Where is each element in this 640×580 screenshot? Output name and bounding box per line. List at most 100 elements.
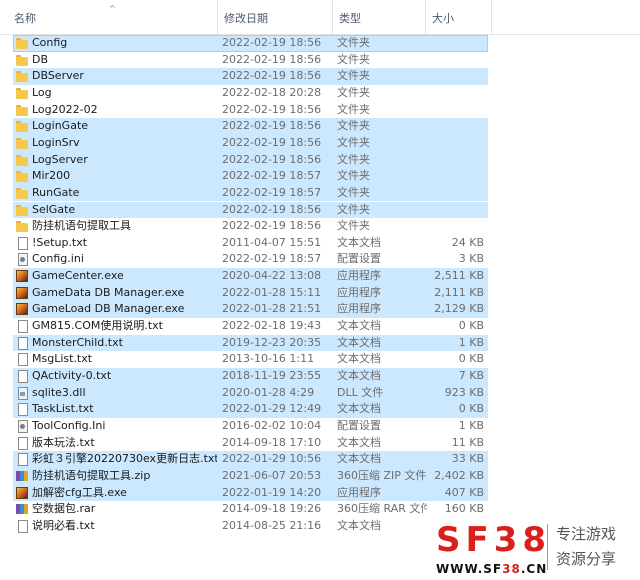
file-row[interactable]: GameLoad DB Manager.exe 2022-01-28 21:51 应… <box>0 301 640 319</box>
file-size: 33 KB <box>451 452 484 466</box>
file-row[interactable]: Config.ini 2022-02-19 18:57 配置设置 3 KB <box>0 251 640 268</box>
file-type: 文本文档 <box>337 369 381 382</box>
folder-icon <box>16 137 28 150</box>
text-file-icon <box>16 320 28 334</box>
text-file-icon <box>16 436 28 450</box>
file-row[interactable]: RunGate 2022-02-19 18:57 文件夹 <box>0 184 640 202</box>
file-modified-date: 2018-11-19 23:55 <box>222 369 322 382</box>
file-row[interactable]: LogServer 2022-02-19 18:56 文件夹 <box>0 151 640 169</box>
file-row[interactable]: 彩虹３引擎20220730ex更新日志.txt 2022-01-29 10:56 文… <box>0 451 640 468</box>
archive-icon <box>16 503 28 515</box>
file-name: QActivity-0.txt <box>32 369 112 382</box>
watermark-tagline-1: 专注游戏 <box>556 525 617 543</box>
column-header-size[interactable]: 大小 <box>426 0 492 34</box>
file-modified-date: 2022-01-28 15:11 <box>222 285 322 299</box>
file-row[interactable]: MsgList.txt 2013-10-16 1:11 文本文档 0 KB <box>0 351 640 368</box>
file-type: 360压缩 RAR 文件 <box>337 502 427 516</box>
watermark-divider <box>547 524 548 570</box>
file-type: 文本文档 <box>337 335 381 349</box>
file-type: 文件夹 <box>337 36 370 49</box>
file-size: 0 KB <box>458 402 484 416</box>
settings-file-icon <box>16 419 28 433</box>
column-header-date[interactable]: 修改日期 <box>218 0 333 34</box>
file-row[interactable]: ToolConfig.Ini 2016-02-02 10:04 配置设置 1 KB <box>0 418 640 435</box>
file-row[interactable]: GM815.COM使用说明.txt 2022-02-18 19:43 文本文档 0 K… <box>0 318 640 335</box>
folder-icon <box>16 71 28 83</box>
folder-icon <box>16 221 28 233</box>
file-modified-date: 2022-01-19 14:20 <box>222 485 322 499</box>
file-row[interactable]: sqlite3.dll 2020-01-28 4:29 DLL 文件 923 KB <box>0 384 640 402</box>
file-name: LoginSrv <box>32 135 80 149</box>
file-type: 应用程序 <box>337 285 381 299</box>
sort-ascending-icon: ^ <box>109 4 116 13</box>
file-modified-date: 2022-01-29 10:56 <box>222 452 322 466</box>
file-row[interactable]: Config 2022-02-19 18:56 文件夹 <box>0 35 640 52</box>
file-size <box>427 85 484 102</box>
file-name: Log <box>32 85 52 99</box>
file-type: 文件夹 <box>337 185 370 199</box>
file-name: LogServer <box>32 152 88 166</box>
text-file-icon <box>16 453 28 467</box>
folder-icon <box>16 54 28 67</box>
file-type: 文件夹 <box>337 152 370 166</box>
file-type: 文本文档 <box>337 319 381 333</box>
file-type: DLL 文件 <box>337 385 384 399</box>
file-modified-date: 2022-02-19 18:57 <box>222 169 322 183</box>
file-row[interactable]: GameCenter.exe 2020-04-22 13:08 应用程序 2,511 … <box>0 268 640 285</box>
file-row[interactable]: TaskList.txt 2022-01-29 12:49 文本文档 0 KB <box>0 401 640 418</box>
file-row[interactable]: Log2022-02 2022-02-19 18:56 文件夹 <box>0 102 640 119</box>
file-row[interactable]: 版本玩法.txt 2014-09-18 17:10 文本文档 11 KB <box>0 435 640 452</box>
file-size <box>427 168 484 185</box>
file-name: !Setup.txt <box>32 235 88 249</box>
file-size <box>427 218 484 235</box>
settings-file-icon <box>16 253 28 267</box>
file-name: Log2022-02 <box>32 102 98 116</box>
file-row[interactable]: LoginSrv 2022-02-19 18:56 文件夹 <box>0 134 640 152</box>
file-row[interactable]: GameData DB Manager.exe 2022-01-28 15:11 应… <box>0 284 640 302</box>
file-modified-date: 2022-02-19 18:56 <box>222 135 322 149</box>
file-modified-date: 2022-02-18 20:28 <box>222 85 322 99</box>
column-header: 名称 ^ 修改日期 类型 大小 <box>0 0 640 35</box>
file-size: 2,402 KB <box>434 468 484 482</box>
file-type: 文件夹 <box>337 169 370 183</box>
file-row[interactable]: MonsterChild.txt 2019-12-23 20:35 文本文档 1 KB <box>0 334 640 352</box>
file-row[interactable]: LoginGate 2022-02-19 18:56 文件夹 <box>0 118 640 135</box>
file-type: 文件夹 <box>337 85 370 99</box>
file-row[interactable]: QActivity-0.txt 2018-11-19 23:55 文本文档 7 KB <box>0 368 640 385</box>
watermark-url-prefix: WWW.SF <box>436 562 503 576</box>
watermark-url: WWW.SF38.CN <box>436 562 547 576</box>
file-size: 1 KB <box>458 335 484 349</box>
file-type: 360压缩 ZIP 文件 <box>337 468 427 482</box>
folder-icon <box>16 87 28 100</box>
file-name: DBServer <box>32 69 84 83</box>
file-row[interactable]: DB 2022-02-19 18:56 文件夹 <box>0 52 640 69</box>
file-type: 文件夹 <box>337 119 370 133</box>
file-type: 文件夹 <box>337 69 370 83</box>
file-size <box>427 185 484 202</box>
file-size: 0 KB <box>458 352 484 366</box>
file-modified-date: 2014-09-18 19:26 <box>222 502 322 516</box>
file-row[interactable]: 防挂机语句提取工具 2022-02-19 18:56 文件夹 <box>0 218 640 235</box>
file-row[interactable]: 防挂机语句提取工具.zip 2021-06-07 20:53 360压缩 ZIP 文… <box>0 467 640 485</box>
file-row[interactable]: DBServer 2022-02-19 18:56 文件夹 <box>0 68 640 85</box>
file-type: 文本文档 <box>337 452 381 466</box>
file-name: 彩虹３引擎20220730ex更新日志.txt <box>32 452 217 466</box>
folder-icon <box>16 121 28 133</box>
watermark-url-accent: 38 <box>502 562 521 576</box>
column-header-type[interactable]: 类型 <box>333 0 426 34</box>
file-modified-date: 2019-12-23 20:35 <box>222 335 322 349</box>
file-row[interactable]: Log 2022-02-18 20:28 文件夹 <box>0 85 640 102</box>
text-file-icon <box>16 519 28 533</box>
file-modified-date: 2022-02-19 18:57 <box>222 252 322 266</box>
file-row[interactable]: Mir200 2022-02-19 18:57 文件夹 <box>0 168 640 185</box>
file-modified-date: 2014-09-18 17:10 <box>222 435 322 449</box>
file-modified-date: 2022-02-19 18:56 <box>222 36 322 49</box>
file-row[interactable]: !Setup.txt 2011-04-07 15:51 文本文档 24 KB <box>0 235 640 252</box>
file-row[interactable]: SelGate 2022-02-19 18:56 文件夹 <box>0 201 640 219</box>
app-icon <box>16 286 28 299</box>
text-file-icon <box>16 353 28 367</box>
file-size: 7 KB <box>458 369 484 382</box>
file-name: DB <box>32 52 49 66</box>
file-row[interactable]: 加解密cfg工具.exe 2022-01-19 14:20 应用程序 407 KB <box>0 484 640 502</box>
file-modified-date: 2022-02-19 18:56 <box>222 102 322 116</box>
